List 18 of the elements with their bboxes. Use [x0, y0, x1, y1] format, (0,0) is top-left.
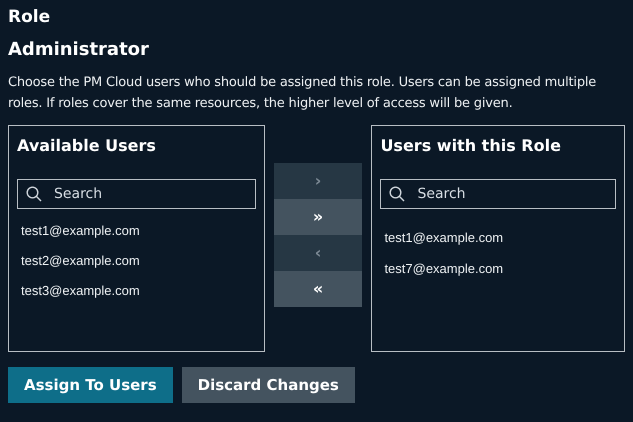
search-field[interactable]: Search — [380, 179, 616, 209]
description-text: Choose the PM Cloud users who should be assigned this role. Users can be assigned multiple roles. If roles cover the same resources, the higher level of access will be given. — [8, 74, 598, 113]
action-button[interactable]: Discard Changes — [182, 367, 355, 403]
transfer-button[interactable]: « — [274, 271, 362, 307]
user-list-item[interactable]: test2@example.com — [17, 253, 144, 269]
user-list-item[interactable]: test1@example.com — [17, 223, 144, 239]
search-icon — [389, 186, 406, 202]
role-name: Administrator — [8, 38, 150, 62]
action-button[interactable]: Assign To Users — [8, 367, 173, 403]
transfer-button[interactable]: » — [274, 199, 362, 235]
search-field[interactable]: Search — [17, 179, 256, 209]
user-list-item[interactable]: test3@example.com — [17, 283, 144, 299]
panel-heading: Users with this Role — [380, 136, 562, 156]
search-icon — [26, 186, 42, 202]
page-title: Role — [8, 6, 52, 28]
panel-heading: Available Users — [17, 136, 157, 156]
user-list-item[interactable]: test1@example.com — [380, 230, 508, 246]
user-list-item[interactable]: test7@example.com — [380, 261, 508, 277]
